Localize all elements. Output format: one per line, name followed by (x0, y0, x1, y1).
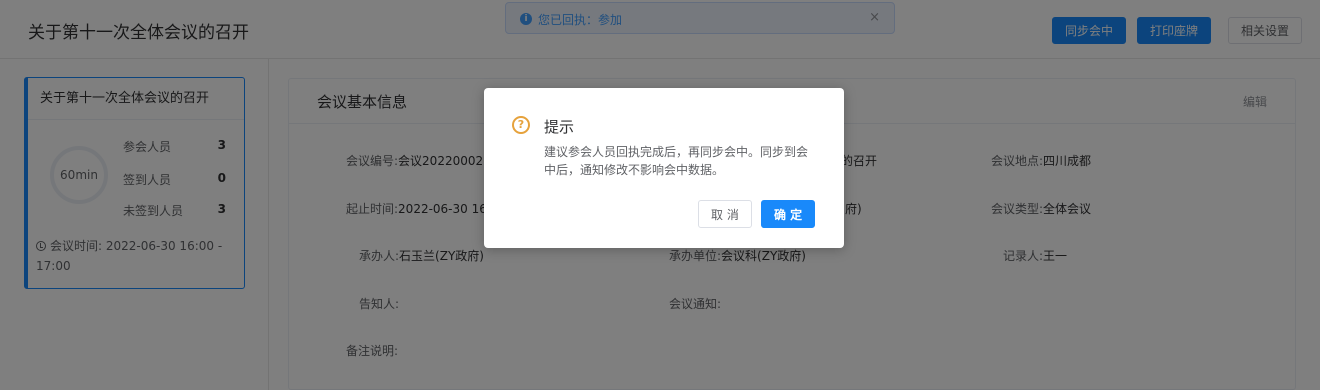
dialog-title: 提示 (544, 118, 575, 136)
dialog-message: 建议参会人员回执完成后，再同步会中。同步到会中后，通知修改不影响会中数据。 (544, 145, 809, 177)
cancel-button[interactable]: 取 消 (698, 200, 752, 228)
question-icon: ? (512, 116, 530, 134)
confirm-dialog: ? 提示 建议参会人员回执完成后，再同步会中。同步到会中后，通知修改不影响会中数… (484, 88, 844, 248)
confirm-button[interactable]: 确 定 (761, 200, 816, 228)
